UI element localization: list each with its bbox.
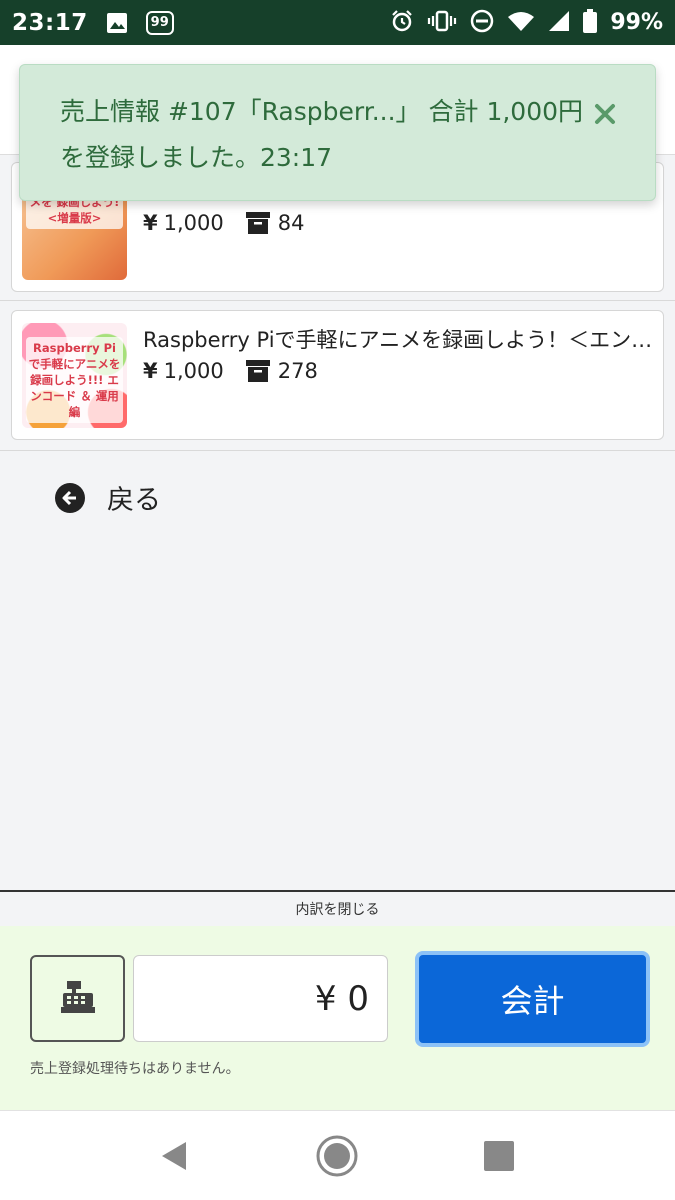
product-price: 1,000: [163, 359, 224, 383]
amount-value: ¥ 0: [314, 978, 369, 1019]
nav-recent-apps-icon[interactable]: [484, 1141, 514, 1175]
toast-message: 売上情報 #107「Raspberr...」 合計 1,000円 を登録しました…: [60, 97, 584, 172]
thumbnail-text: Raspberry Pi で手軽にアニメを 録画しよう!!! エンコード ＆ 運…: [26, 337, 123, 423]
currency-symbol: ¥: [143, 359, 158, 383]
product-stock: 278: [277, 359, 318, 383]
close-icon[interactable]: [593, 95, 617, 124]
product-info: Raspberry Piで手軽にアニメを録画しよう！＜エンコード＆運用編＞ ¥ …: [143, 323, 653, 383]
breakdown-toggle-label: 内訳を閉じる: [295, 902, 380, 918]
nav-home-icon[interactable]: [316, 1135, 358, 1181]
status-time: 23:17: [12, 9, 88, 36]
alarm-icon: [390, 9, 414, 37]
product-card[interactable]: Raspberry Pi で手軽にアニメを 録画しよう!!! エンコード ＆ 運…: [11, 310, 664, 440]
divider: [0, 450, 675, 451]
product-meta: ¥ 1,000 84: [143, 211, 653, 235]
cash-register-button[interactable]: [30, 955, 125, 1042]
back-label: 戻る: [107, 485, 161, 516]
back-button[interactable]: 戻る: [55, 478, 161, 517]
register-panel: ¥ 0 会計 売上登録処理待ちはありません。: [0, 926, 675, 1110]
badge-icon: 99: [145, 10, 174, 35]
queue-status-text: 売上登録処理待ちはありません。: [30, 1061, 240, 1077]
amount-display[interactable]: ¥ 0: [133, 955, 388, 1042]
divider: [0, 300, 675, 301]
battery-icon: [583, 8, 598, 37]
breakdown-toggle[interactable]: 内訳を閉じる: [0, 890, 675, 926]
image-icon: [106, 12, 128, 34]
arrow-left-circle-icon: [55, 482, 85, 513]
status-icons: 99%: [390, 8, 663, 37]
product-price: 1,000: [163, 211, 224, 235]
currency-symbol: ¥: [143, 211, 158, 235]
checkout-label: 会計: [500, 982, 565, 1020]
dnd-icon: [470, 9, 494, 37]
navigation-bar: [0, 1110, 675, 1200]
wifi-icon: [507, 9, 535, 37]
stock-box-icon: [245, 212, 270, 234]
checkout-button[interactable]: 会計: [415, 951, 650, 1047]
signal-icon: [548, 9, 570, 37]
battery-percent: 99%: [610, 10, 663, 35]
cash-register-icon: [60, 980, 95, 1017]
vibrate-icon: [427, 9, 457, 37]
product-thumbnail: Raspberry Pi で手軽にアニメを 録画しよう!!! エンコード ＆ 運…: [22, 323, 127, 428]
product-stock: 84: [277, 211, 305, 235]
status-bar: 23:17 99 99%: [0, 0, 675, 45]
nav-back-icon[interactable]: [160, 1140, 188, 1176]
product-meta: ¥ 1,000 278: [143, 359, 653, 383]
success-toast: 売上情報 #107「Raspberr...」 合計 1,000円 を登録しました…: [19, 64, 656, 201]
product-title: Raspberry Piで手軽にアニメを録画しよう！＜エンコード＆運用編＞: [143, 328, 653, 352]
notification-badge: 99: [145, 10, 174, 35]
stock-box-icon: [245, 360, 270, 382]
